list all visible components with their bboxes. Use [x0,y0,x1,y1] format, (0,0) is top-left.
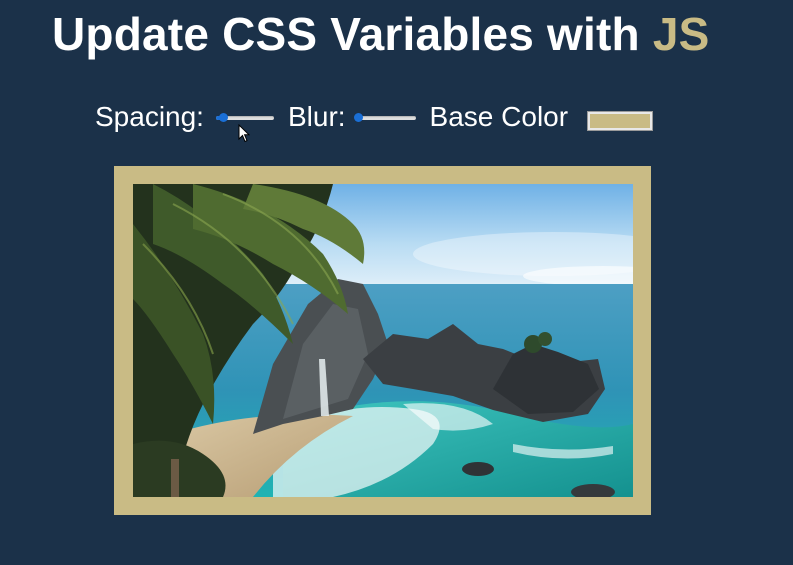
title-text: Update CSS Variables with [52,8,653,60]
base-color-picker[interactable] [587,111,654,131]
spacing-label: Spacing: [95,101,204,132]
base-color-label: Base Color [429,101,569,132]
blur-slider[interactable] [353,107,418,127]
controls-bar: Spacing: Blur: Base Color [95,98,654,136]
image-frame [114,166,651,515]
spacing-slider-thumb[interactable] [218,113,228,122]
blur-slider-track [357,116,416,120]
landscape-image [133,184,633,497]
title-accent: JS [652,8,710,60]
page-title: Update CSS Variables with JS [52,6,710,62]
mouse-pointer-icon [238,124,250,143]
coastal-landscape-photo [133,184,633,497]
blur-slider-thumb[interactable] [353,113,363,122]
page: Update CSS Variables with JS Spacing: Bl… [0,0,793,565]
blur-label: Blur: [287,101,346,132]
